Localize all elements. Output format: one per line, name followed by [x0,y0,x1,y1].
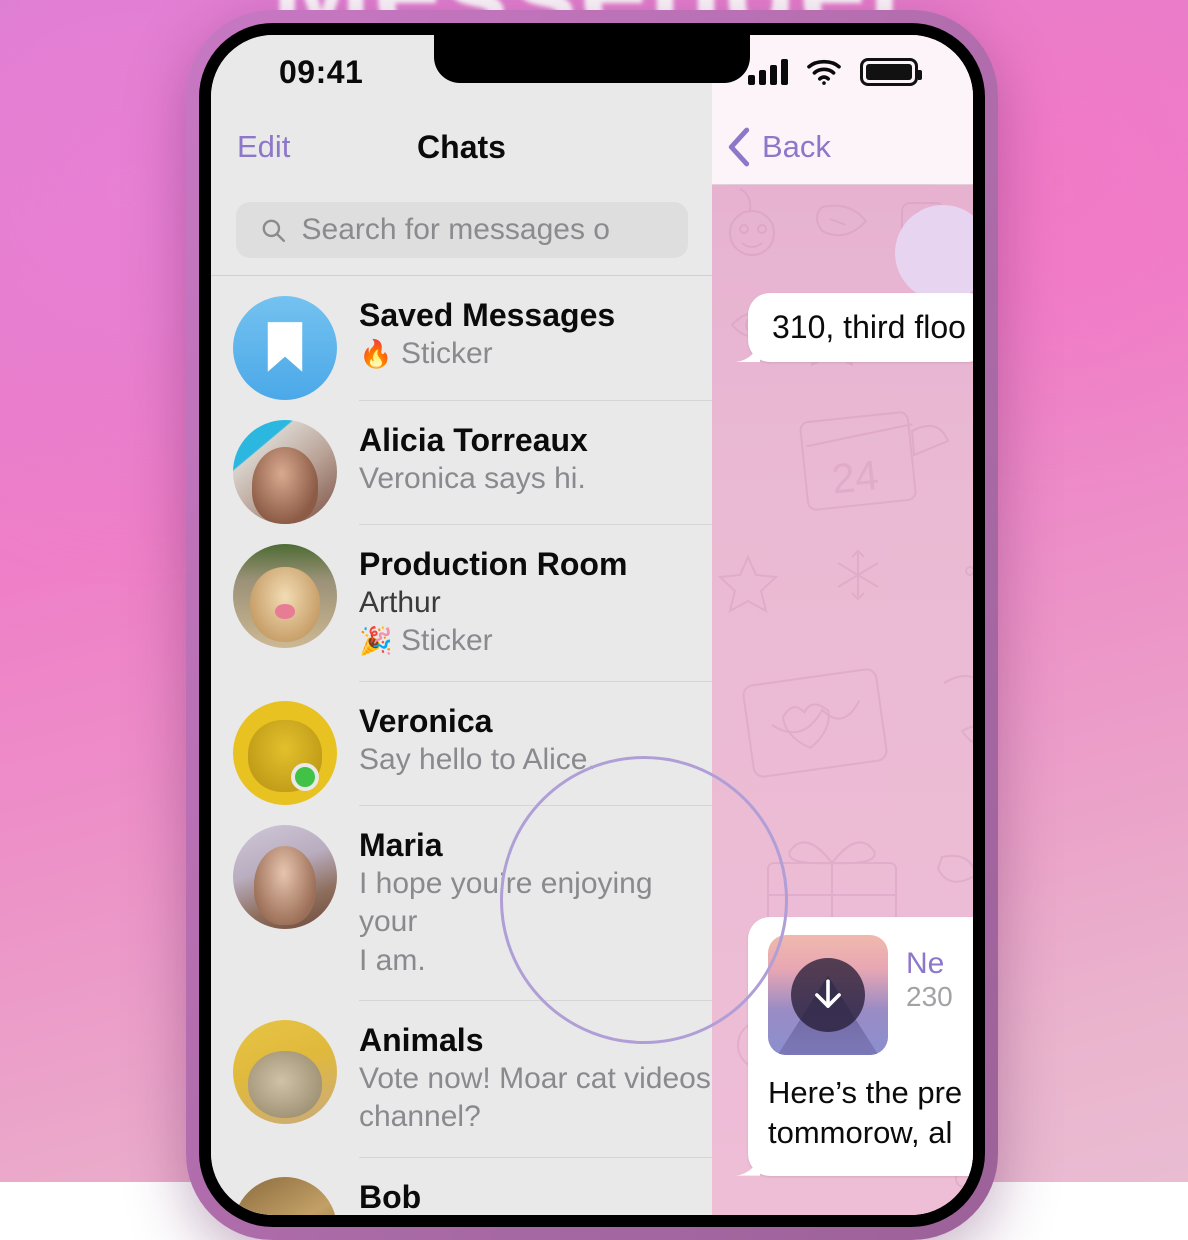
list-item[interactable]: Maria I hope you’re enjoying your I am. [211,804,712,1000]
search-icon [262,219,285,243]
fire-emoji-icon: 🔥 [359,339,393,370]
status-bar-right [712,35,973,109]
avatar [233,296,337,400]
list-item[interactable]: Production Room Arthur 🎉 Sticker [211,524,712,681]
list-item-preview: I hope you’re enjoying your I am. [359,866,653,977]
phone-bezel: 09:41 Edit Chats Search for messages o S… [199,23,985,1227]
message-text: 310, third floo [772,309,966,345]
chat-detail-panel: Back 24 310, third floo Ne 230 Here’s th… [712,35,973,1215]
svg-text:24: 24 [829,451,880,503]
phone-device-frame: 09:41 Edit Chats Search for messages o S… [186,10,998,1240]
chat-detail-navbar: Back [712,109,973,185]
message-bubble-file[interactable]: Ne 230 Here’s the pre tommorow, al [748,917,973,1176]
avatar [233,700,337,805]
wifi-icon [807,59,841,85]
phone-screen: 09:41 Edit Chats Search for messages o S… [211,35,973,1215]
bookmark-icon [267,322,303,372]
list-item-texts: Animals Vote now! Moar cat videos channel… [359,1000,712,1157]
list-item-title: Animals [359,1022,484,1059]
list-item-texts: Bob [359,1156,712,1215]
list-item-texts: Alicia Torreaux Veronica says hi. [359,400,712,518]
message-caption: Here’s the pre tommorow, al [768,1075,963,1151]
avatar [233,1020,337,1125]
list-item-preview: 🎉 Sticker [359,622,712,660]
preview-text: Sticker [400,624,493,658]
battery-icon [860,58,922,86]
download-arrow-icon [815,979,841,1008]
list-item-preview: Vote now! Moar cat videos channel? [359,1062,711,1134]
list-item-texts: Maria I hope you’re enjoying your I am. [359,804,712,1000]
cellular-bars-icon [748,59,788,85]
party-popper-emoji-icon: 🎉 [359,626,393,657]
list-item-title: Production Room [359,546,628,582]
list-item-title: Veronica [359,702,493,739]
list-item-preview: Say hello to Alice. [359,742,596,776]
avatar [233,544,337,648]
list-item[interactable]: Alicia Torreaux Veronica says hi. [211,400,712,524]
list-item[interactable]: Bob [211,1156,712,1215]
list-item-preview: Veronica says hi. [359,462,586,496]
avatar [233,1176,337,1215]
phone-notch [434,35,750,83]
list-item-texts: Production Room Arthur 🎉 Sticker [359,524,712,681]
list-item-sender: Arthur [359,586,441,620]
download-button[interactable] [791,958,865,1032]
back-button[interactable]: Back [762,129,831,165]
preview-text: Sticker [400,337,493,371]
file-name: Ne [906,947,945,980]
file-attachment[interactable]: Ne 230 [768,935,973,1055]
file-metadata: Ne 230 [906,935,953,1013]
avatar [233,824,337,929]
status-bar-clock: 09:41 [279,53,364,90]
list-item-preview: 🔥 Sticker [359,335,712,373]
search-bar-container: Search for messages o [211,185,712,275]
list-item-title: Saved Messages [359,297,616,333]
avatar [233,420,337,524]
online-status-indicator [291,762,319,791]
mountain-thumbnail-image [768,935,888,1055]
chevron-left-icon[interactable] [726,127,752,167]
list-item[interactable]: Animals Vote now! Moar cat videos channel… [211,1000,712,1157]
message-bubble-text[interactable]: 310, third floo [748,293,973,362]
list-item-texts: Saved Messages 🔥 Sticker [359,276,712,393]
search-placeholder: Search for messages o [301,213,610,246]
list-item-title: Maria [359,826,443,863]
search-input[interactable]: Search for messages o [235,202,688,258]
list-item-title: Alicia Torreaux [359,422,588,458]
chat-list-panel: 09:41 Edit Chats Search for messages o S… [211,35,712,1215]
list-item[interactable]: Saved Messages 🔥 Sticker [211,276,712,400]
list-item[interactable]: Veronica Say hello to Alice. [211,680,712,805]
edit-button[interactable]: Edit [237,129,290,165]
file-size: 230 [906,981,953,1012]
list-item-texts: Veronica Say hello to Alice. [359,680,712,799]
list-item-title: Bob [359,1178,422,1215]
chat-list-navbar: Edit Chats [211,109,712,185]
